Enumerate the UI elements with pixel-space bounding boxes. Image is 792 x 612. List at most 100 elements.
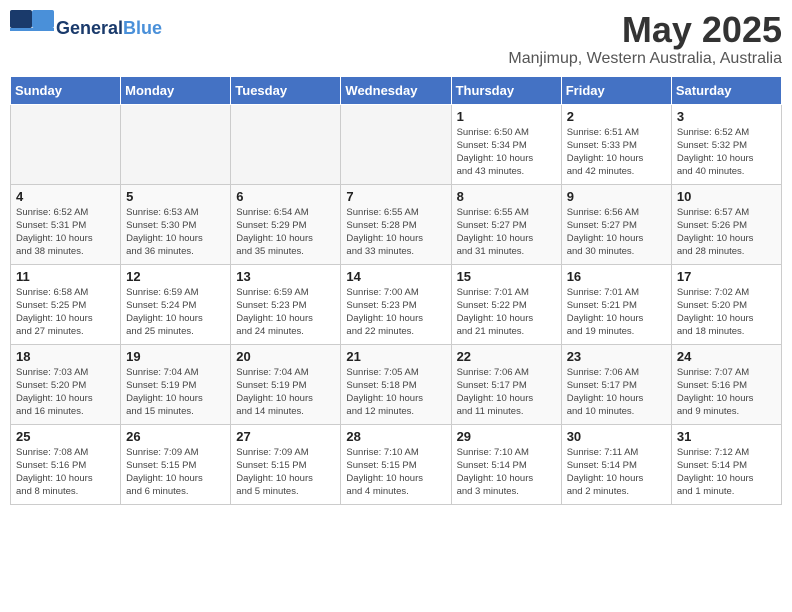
day-info: Sunrise: 7:12 AMSunset: 5:14 PMDaylight:… [677,446,776,499]
day-number: 4 [16,189,115,204]
calendar-day-26: 26 Sunrise: 7:09 AMSunset: 5:15 PMDayligh… [121,424,231,504]
calendar-day-18: 18Sunrise: 7:03 AMSunset: 5:20 PMDayligh… [11,344,121,424]
day-info: Sunrise: 7:11 AMSunset: 5:14 PMDaylight:… [567,446,666,499]
day-number: 30 [567,429,666,444]
calendar-day-8: 8Sunrise: 6:55 AMSunset: 5:27 PMDaylight… [451,184,561,264]
day-info: Sunrise: 6:54 AMSunset: 5:29 PMDaylight:… [236,206,335,259]
day-number: 14 [346,269,445,284]
calendar-day-13: 13 Sunrise: 6:59 AMSunset: 5:23 PMDayligh… [231,264,341,344]
day-info: Sunrise: 7:05 AMSunset: 5:18 PMDaylight:… [346,366,445,419]
day-info: Sunrise: 6:59 AMSunset: 5:24 PMDaylight:… [126,286,225,339]
day-number: 25 [16,429,115,444]
day-number: 3 [677,109,776,124]
day-number: 29 [457,429,556,444]
calendar-day-11: 11 Sunrise: 6:58 AMSunset: 5:25 PMDayligh… [11,264,121,344]
day-info: Sunrise: 6:58 AMSunset: 5:25 PMDaylight:… [16,286,115,339]
weekday-header-saturday: Saturday [671,76,781,104]
calendar-day-23: 23 Sunrise: 7:06 AMSunset: 5:17 PMDayligh… [561,344,671,424]
day-info: Sunrise: 6:56 AMSunset: 5:27 PMDaylight:… [567,206,666,259]
calendar-day-10: 10Sunrise: 6:57 AMSunset: 5:26 PMDayligh… [671,184,781,264]
calendar-week-2: 4 Sunrise: 6:52 AMSunset: 5:31 PMDaylight… [11,184,782,264]
calendar-day-2: 2Sunrise: 6:51 AMSunset: 5:33 PMDaylight… [561,104,671,184]
weekday-header-thursday: Thursday [451,76,561,104]
title-block: May 2025 Manjimup, Western Australia, Au… [508,10,782,68]
day-number: 21 [346,349,445,364]
day-number: 2 [567,109,666,124]
day-info: Sunrise: 7:01 AMSunset: 5:21 PMDaylight:… [567,286,666,339]
calendar-day-6: 6Sunrise: 6:54 AMSunset: 5:29 PMDaylight… [231,184,341,264]
day-info: Sunrise: 7:03 AMSunset: 5:20 PMDaylight:… [16,366,115,419]
day-number: 28 [346,429,445,444]
day-number: 22 [457,349,556,364]
day-number: 27 [236,429,335,444]
day-number: 16 [567,269,666,284]
day-info: Sunrise: 6:55 AMSunset: 5:28 PMDaylight:… [346,206,445,259]
calendar-day-7: 7 Sunrise: 6:55 AMSunset: 5:28 PMDaylight… [341,184,451,264]
day-number: 5 [126,189,225,204]
day-number: 19 [126,349,225,364]
day-info: Sunrise: 7:08 AMSunset: 5:16 PMDaylight:… [16,446,115,499]
day-info: Sunrise: 6:55 AMSunset: 5:27 PMDaylight:… [457,206,556,259]
day-info: Sunrise: 7:07 AMSunset: 5:16 PMDaylight:… [677,366,776,419]
calendar-day-30: 30 Sunrise: 7:11 AMSunset: 5:14 PMDayligh… [561,424,671,504]
day-info: Sunrise: 7:06 AMSunset: 5:17 PMDaylight:… [567,366,666,419]
day-number: 31 [677,429,776,444]
calendar-day-5: 5Sunrise: 6:53 AMSunset: 5:30 PMDaylight… [121,184,231,264]
calendar-day-empty [11,104,121,184]
day-info: Sunrise: 7:09 AMSunset: 5:15 PMDaylight:… [236,446,335,499]
day-info: Sunrise: 6:52 AMSunset: 5:31 PMDaylight:… [16,206,115,259]
calendar-day-empty [231,104,341,184]
day-number: 12 [126,269,225,284]
calendar-day-27: 27 Sunrise: 7:09 AMSunset: 5:15 PMDayligh… [231,424,341,504]
calendar-table: SundayMondayTuesdayWednesdayThursdayFrid… [10,76,782,505]
calendar-week-1: 1Sunrise: 6:50 AMSunset: 5:34 PMDaylight… [11,104,782,184]
calendar-day-12: 12 Sunrise: 6:59 AMSunset: 5:24 PMDayligh… [121,264,231,344]
day-info: Sunrise: 6:59 AMSunset: 5:23 PMDaylight:… [236,286,335,339]
weekday-header-monday: Monday [121,76,231,104]
calendar-week-5: 25 Sunrise: 7:08 AMSunset: 5:16 PMDayligh… [11,424,782,504]
day-info: Sunrise: 7:00 AMSunset: 5:23 PMDaylight:… [346,286,445,339]
calendar-day-31: 31 Sunrise: 7:12 AMSunset: 5:14 PMDayligh… [671,424,781,504]
day-info: Sunrise: 7:10 AMSunset: 5:14 PMDaylight:… [457,446,556,499]
calendar-day-17: 17Sunrise: 7:02 AMSunset: 5:20 PMDayligh… [671,264,781,344]
page-header: GeneralBlue May 2025 Manjimup, Western A… [10,10,782,68]
day-number: 11 [16,269,115,284]
month-title: May 2025 [508,10,782,50]
calendar-day-14: 14 Sunrise: 7:00 AMSunset: 5:23 PMDayligh… [341,264,451,344]
day-info: Sunrise: 6:50 AMSunset: 5:34 PMDaylight:… [457,126,556,179]
logo-icon [10,10,54,46]
day-info: Sunrise: 7:09 AMSunset: 5:15 PMDaylight:… [126,446,225,499]
day-number: 24 [677,349,776,364]
calendar-week-3: 11 Sunrise: 6:58 AMSunset: 5:25 PMDayligh… [11,264,782,344]
calendar-day-1: 1Sunrise: 6:50 AMSunset: 5:34 PMDaylight… [451,104,561,184]
day-number: 23 [567,349,666,364]
calendar-day-24: 24 Sunrise: 7:07 AMSunset: 5:16 PMDayligh… [671,344,781,424]
logo-text: GeneralBlue [56,19,162,37]
day-number: 7 [346,189,445,204]
logo: GeneralBlue [10,10,162,46]
location-title: Manjimup, Western Australia, Australia [508,50,782,68]
day-info: Sunrise: 7:04 AMSunset: 5:19 PMDaylight:… [236,366,335,419]
weekday-header-friday: Friday [561,76,671,104]
day-number: 13 [236,269,335,284]
calendar-day-empty [341,104,451,184]
calendar-day-21: 21 Sunrise: 7:05 AMSunset: 5:18 PMDayligh… [341,344,451,424]
day-number: 26 [126,429,225,444]
calendar-day-16: 16 Sunrise: 7:01 AMSunset: 5:21 PMDayligh… [561,264,671,344]
calendar-day-empty [121,104,231,184]
day-info: Sunrise: 7:10 AMSunset: 5:15 PMDaylight:… [346,446,445,499]
day-number: 10 [677,189,776,204]
day-info: Sunrise: 7:02 AMSunset: 5:20 PMDaylight:… [677,286,776,339]
calendar-day-15: 15Sunrise: 7:01 AMSunset: 5:22 PMDayligh… [451,264,561,344]
day-number: 20 [236,349,335,364]
day-info: Sunrise: 6:52 AMSunset: 5:32 PMDaylight:… [677,126,776,179]
weekday-header-wednesday: Wednesday [341,76,451,104]
calendar-day-4: 4 Sunrise: 6:52 AMSunset: 5:31 PMDaylight… [11,184,121,264]
weekday-header-sunday: Sunday [11,76,121,104]
calendar-day-9: 9Sunrise: 6:56 AMSunset: 5:27 PMDaylight… [561,184,671,264]
day-number: 15 [457,269,556,284]
weekday-header-row: SundayMondayTuesdayWednesdayThursdayFrid… [11,76,782,104]
day-info: Sunrise: 7:06 AMSunset: 5:17 PMDaylight:… [457,366,556,419]
calendar-week-4: 18Sunrise: 7:03 AMSunset: 5:20 PMDayligh… [11,344,782,424]
calendar-day-20: 20 Sunrise: 7:04 AMSunset: 5:19 PMDayligh… [231,344,341,424]
